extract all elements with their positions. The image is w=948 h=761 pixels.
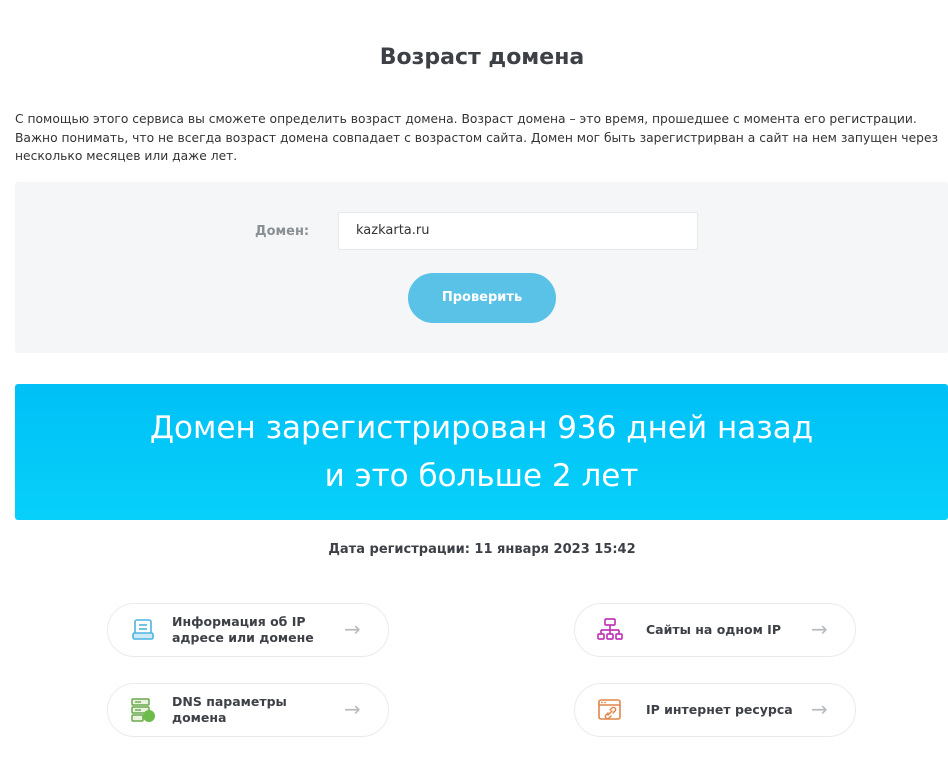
result-banner: Домен зарегистрирован 936 дней назад и э… (15, 384, 948, 520)
link-card-label: Информация об IP адресе или домене (172, 614, 314, 645)
domain-label: Домен: (255, 224, 310, 239)
link-card-sites-on-ip[interactable]: Сайты на одном IP → (574, 603, 856, 657)
sitemap-icon (597, 617, 623, 643)
link-card-ip-info[interactable]: Информация об IP адресе или домене → (107, 603, 389, 657)
page-title: Возраст домена (379, 45, 585, 70)
arrow-right-icon: → (811, 697, 828, 721)
browser-link-icon (597, 697, 623, 723)
dns-server-icon (130, 697, 156, 723)
link-card-ip-resource[interactable]: IP интернет ресурса → (574, 683, 856, 737)
server-info-icon (130, 617, 156, 643)
intro-text: С помощью этого сервиса вы сможете опред… (15, 112, 939, 163)
registration-date: Дата регистрации: 11 января 2023 15:42 (328, 542, 636, 557)
result-line-2: и это больше 2 лет (324, 458, 639, 494)
check-button[interactable]: Проверить (408, 273, 556, 323)
link-card-label: DNS параметры домена (172, 694, 287, 725)
domain-input[interactable]: kazkarta.ru (338, 212, 698, 250)
check-form-panel: Домен: kazkarta.ru Проверить (15, 182, 948, 353)
arrow-right-icon: → (344, 697, 361, 721)
arrow-right-icon: → (811, 617, 828, 641)
link-card-label: IP интернет ресурса (646, 702, 793, 717)
result-line-1: Домен зарегистрирован 936 дней назад (149, 410, 814, 446)
link-card-label: Сайты на одном IP (646, 622, 781, 637)
arrow-right-icon: → (344, 617, 361, 641)
link-card-dns[interactable]: DNS параметры домена → (107, 683, 389, 737)
